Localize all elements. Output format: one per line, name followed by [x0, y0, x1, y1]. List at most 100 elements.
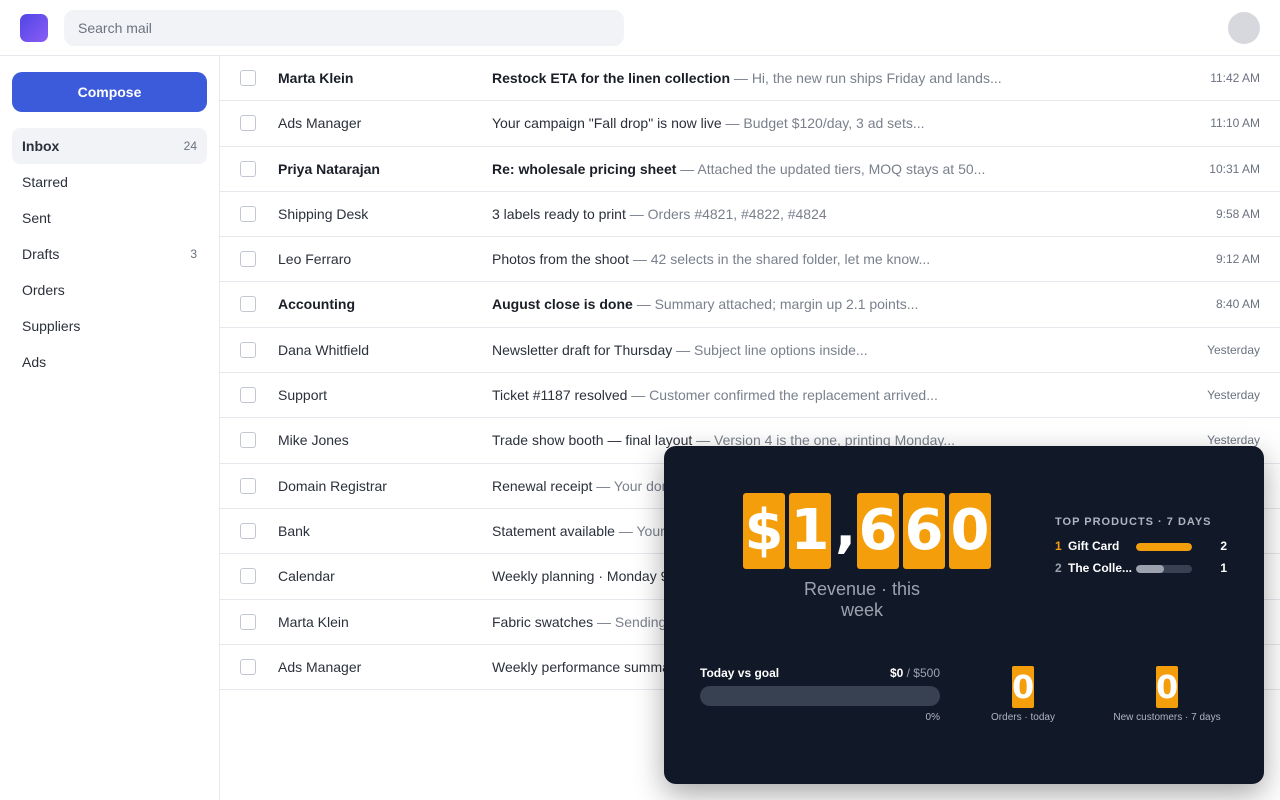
product-name: The Colle...	[1068, 561, 1133, 575]
row-checkbox[interactable]	[240, 70, 256, 86]
sidebar-item-orders[interactable]: Orders	[12, 272, 207, 308]
top-product-row: 2 The Colle... 1	[1055, 561, 1227, 577]
email-row[interactable]: Dana Whitfield Newsletter draft for Thurs…	[220, 328, 1280, 374]
email-snippet: — 42 selects in the shared folder, let m…	[628, 251, 931, 268]
email-subject: Newsletter draft for Thursday	[492, 341, 673, 358]
email-sender: Calendar	[278, 568, 335, 585]
email-time: 11:10 AM	[1210, 116, 1260, 131]
row-checkbox[interactable]	[240, 296, 256, 313]
row-checkbox[interactable]	[240, 658, 256, 675]
email-subject: Your campaign "Fall drop" is now live	[492, 115, 722, 132]
search-input[interactable]	[64, 10, 624, 46]
goal-percent: 0%	[925, 712, 940, 723]
email-snippet: — Subject line options inside...	[672, 341, 868, 358]
email-snippet: — Budget $120/day, 3 ad sets...	[721, 115, 925, 132]
new-customers-stat: 0 New customers · 7 days	[1102, 666, 1232, 723]
row-checkbox[interactable]	[240, 432, 256, 449]
product-bar-fill	[1136, 565, 1164, 573]
email-snippet: — Your dom	[592, 477, 674, 494]
email-row[interactable]: Priya Natarajan Re: wholesale pricing she…	[220, 147, 1280, 192]
email-sender: Marta Klein	[278, 70, 354, 86]
email-sender: Mike Jones	[278, 432, 349, 449]
row-checkbox[interactable]	[240, 205, 256, 222]
revenue-digit: 0	[949, 493, 991, 569]
email-subject-line: Newsletter draft for Thursday — Subject …	[492, 342, 1172, 358]
email-subject-line: Re: wholesale pricing sheet — Attached t…	[492, 161, 1172, 177]
email-subject-line: August close is done — Summary attached;…	[492, 296, 1172, 312]
sidebar-item-starred[interactable]: Starred	[12, 164, 207, 200]
orders-today-stat: 0 Orders · today	[958, 666, 1088, 723]
row-checkbox[interactable]	[240, 387, 256, 404]
email-row[interactable]: Accounting August close is done — Summary…	[220, 282, 1280, 328]
goal-value: $0 / $500	[824, 666, 940, 680]
email-subject: Statement available	[492, 522, 615, 539]
email-subject: Restock ETA for the linen collection	[492, 70, 731, 86]
email-sender: Bank	[278, 522, 310, 539]
email-subject: Trade show booth — final layout	[492, 432, 693, 449]
sidebar-item-suppliers[interactable]: Suppliers	[12, 308, 207, 344]
row-checkbox[interactable]	[240, 115, 256, 132]
orders-today-value: 0	[1012, 666, 1035, 708]
row-checkbox[interactable]	[240, 613, 256, 630]
sidebar-item-drafts[interactable]: Drafts 3	[12, 236, 207, 272]
product-count: 1	[1220, 561, 1227, 575]
sidebar-item-label: Ads	[22, 354, 47, 370]
email-row[interactable]: Leo Ferraro Photos from the shoot — 42 se…	[220, 237, 1280, 283]
email-subject: Fabric swatches	[492, 613, 594, 630]
goal-label: Today vs goal	[700, 666, 780, 680]
email-subject-line: Photos from the shoot — 42 selects in th…	[492, 251, 1172, 267]
row-checkbox[interactable]	[240, 522, 256, 539]
goal-current: $0	[889, 666, 904, 680]
email-subject: Photos from the shoot	[492, 251, 629, 268]
email-row[interactable]: Shipping Desk 3 labels ready to print — O…	[220, 192, 1280, 238]
email-subject-line: Ticket #1187 resolved — Customer confirm…	[492, 387, 1172, 403]
email-sender: Accounting	[278, 296, 355, 313]
row-checkbox[interactable]	[240, 341, 256, 358]
product-name: Gift Card	[1068, 539, 1120, 553]
email-snippet: — Your	[614, 522, 665, 539]
product-bar-track	[1136, 543, 1192, 551]
email-row[interactable]: Support Ticket #1187 resolved — Customer …	[220, 373, 1280, 419]
email-subject-line: Your campaign "Fall drop" is now live — …	[492, 115, 1172, 131]
drafts-count: 3	[190, 247, 197, 261]
row-checkbox[interactable]	[240, 251, 256, 268]
email-time: 10:31 AM	[1209, 161, 1260, 176]
avatar[interactable]	[1228, 12, 1260, 44]
email-time: 9:12 AM	[1215, 252, 1260, 267]
sidebar-item-ads[interactable]: Ads	[12, 344, 207, 380]
product-bar-fill	[1136, 543, 1192, 551]
email-snippet: — Summary attached; margin up 2.1 points…	[632, 296, 919, 313]
compose-button[interactable]: Compose	[12, 72, 207, 112]
app-logo[interactable]	[20, 14, 48, 42]
email-subject: Weekly performance summa	[492, 658, 670, 675]
email-subject-line: Restock ETA for the linen collection — H…	[492, 70, 1172, 86]
email-sender: Dana Whitfield	[278, 341, 370, 358]
row-checkbox[interactable]	[240, 477, 256, 494]
email-sender: Shipping Desk	[278, 205, 369, 222]
sidebar-item-inbox[interactable]: Inbox 24	[12, 128, 207, 164]
revenue-counter: $1, 6 6 0	[743, 493, 991, 569]
new-customers-label: New customers · 7 days	[1113, 712, 1221, 723]
email-sender: Leo Ferraro	[278, 251, 352, 268]
sidebar-item-label: Sent	[22, 210, 51, 226]
email-subject: Weekly planning · Monday 9	[492, 568, 669, 585]
email-time: 11:42 AM	[1210, 71, 1260, 85]
email-row[interactable]: Marta Klein Restock ETA for the linen col…	[220, 56, 1280, 102]
orders-today-label: Orders · today	[991, 712, 1055, 723]
email-sender: Marta Klein	[278, 613, 349, 630]
goal-progress-bar	[700, 686, 940, 706]
email-snippet: — Orders #4821, #4822, #4824	[625, 205, 827, 222]
sidebar-item-label: Orders	[22, 282, 65, 298]
email-sender: Priya Natarajan	[278, 160, 380, 177]
email-row[interactable]: Ads Manager Your campaign "Fall drop" is …	[220, 101, 1280, 147]
sidebar-item-label: Drafts	[22, 246, 60, 262]
email-sender: Domain Registrar	[278, 477, 387, 494]
sidebar-item-label: Inbox	[22, 138, 60, 154]
sidebar-item-sent[interactable]: Sent	[12, 200, 207, 236]
top-bar	[0, 0, 1280, 56]
row-checkbox[interactable]	[240, 160, 256, 177]
row-checkbox[interactable]	[240, 568, 256, 585]
email-subject-line: 3 labels ready to print — Orders #4821, …	[492, 206, 1172, 222]
email-time: Yesterday	[1207, 342, 1260, 357]
top-products-title: TOP PRODUCTS · 7 DAYS	[1055, 516, 1212, 528]
